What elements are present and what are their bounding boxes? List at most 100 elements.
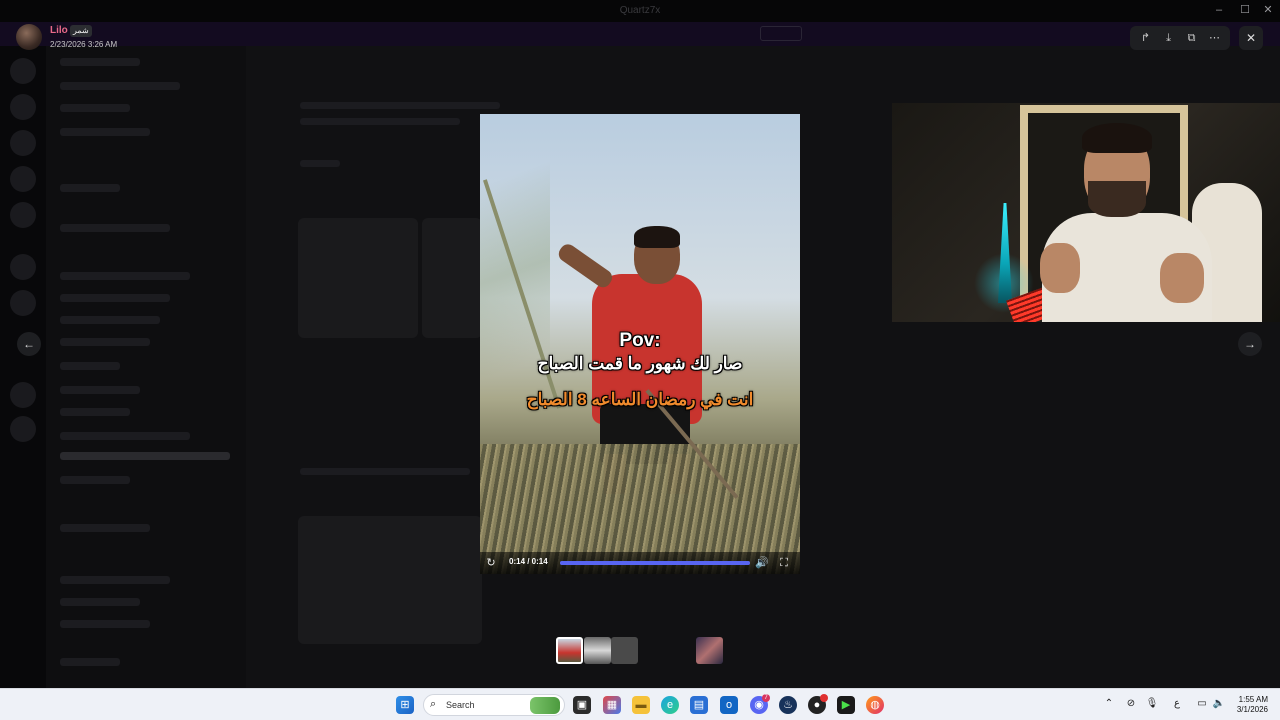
display-icon[interactable]: ▭	[1195, 698, 1209, 709]
terminal-icon[interactable]: ▶	[837, 696, 855, 714]
channel-item-selected[interactable]	[60, 452, 230, 460]
input-language[interactable]: ع	[1170, 698, 1184, 709]
channel-item[interactable]	[60, 82, 180, 90]
message-attachment[interactable]	[298, 516, 482, 644]
channel-item[interactable]	[60, 620, 150, 628]
webcam-scene	[1040, 243, 1080, 293]
search-placeholder: Search	[446, 700, 475, 710]
channel-item[interactable]	[60, 58, 140, 66]
banner-button[interactable]	[760, 26, 802, 41]
clock-date: 3/1/2026	[1236, 705, 1268, 714]
next-media-button[interactable]: →	[1238, 332, 1262, 356]
message-line	[300, 118, 460, 125]
message-line	[300, 468, 470, 475]
minimize-icon[interactable]: –	[1213, 4, 1225, 16]
channel-item[interactable]	[60, 338, 150, 346]
more-icon[interactable]: ⋯	[1205, 28, 1225, 48]
window-close-icon[interactable]: ✕	[1262, 4, 1274, 16]
video-progress-fill	[560, 561, 750, 565]
taskbar-clock[interactable]: 1:55 AM 3/1/2026	[1228, 695, 1268, 715]
channel-item[interactable]	[60, 598, 140, 606]
steam-icon[interactable]: ♨	[779, 696, 797, 714]
server-icon[interactable]	[10, 58, 36, 84]
server-rail	[0, 46, 46, 688]
window-titlebar: Quartz7x – ☐ ✕	[0, 0, 1280, 22]
search-icon: ⌕	[430, 698, 437, 710]
channel-list	[46, 46, 246, 688]
video-caption-pov: Pov:	[619, 330, 661, 351]
channel-item[interactable]	[60, 128, 150, 136]
media-thumbnail-active[interactable]	[556, 637, 583, 664]
video-player[interactable]: Pov: صار لك شهور ما قمت الصباح انت في رم…	[480, 114, 800, 574]
notice-banner	[0, 22, 1280, 46]
webcam-overlay	[892, 103, 1280, 322]
firefox-icon[interactable]: ◍	[866, 696, 884, 714]
previous-media-button[interactable]: ←	[17, 332, 41, 356]
webcam-scene	[1160, 253, 1204, 303]
store-icon[interactable]: ▤	[690, 696, 708, 714]
clock-time: 1:55 AM	[1238, 695, 1268, 704]
channel-item[interactable]	[60, 224, 170, 232]
maximize-icon[interactable]: ☐	[1239, 4, 1251, 16]
close-icon[interactable]: ✕	[1239, 26, 1263, 50]
server-icon[interactable]	[10, 382, 36, 408]
avatar[interactable]	[16, 24, 42, 50]
channel-item[interactable]	[60, 576, 170, 584]
video-progress-bar[interactable]	[560, 561, 750, 565]
channel-item[interactable]	[60, 524, 150, 532]
forward-icon[interactable]: ↱	[1136, 28, 1156, 48]
channel-item[interactable]	[60, 316, 160, 324]
task-view-icon[interactable]: ▣	[573, 696, 591, 714]
video-scene	[634, 226, 680, 248]
video-caption-line-1: صار لك شهور ما قمت الصباح	[537, 354, 743, 373]
message-line	[300, 102, 500, 109]
video-time: 0:14 / 0:14	[509, 557, 548, 566]
channel-item[interactable]	[60, 294, 170, 302]
outlook-icon[interactable]: o	[720, 696, 738, 714]
microphone-icon[interactable]: 🎙	[1145, 698, 1159, 709]
search-highlight-image	[530, 697, 560, 714]
post-timestamp: 2/23/2026 3:26 AM	[50, 40, 118, 49]
channel-item[interactable]	[60, 362, 120, 370]
channel-item[interactable]	[60, 432, 190, 440]
author-name[interactable]: Lilo	[50, 25, 68, 36]
start-icon[interactable]: ⊞	[396, 696, 414, 714]
discord-notification-badge: 7	[762, 694, 770, 702]
edge-icon[interactable]: e	[661, 696, 679, 714]
replay-icon[interactable]: ↻	[483, 555, 499, 571]
open-external-icon[interactable]: ⧉	[1182, 28, 1202, 48]
channel-item[interactable]	[60, 272, 190, 280]
media-toolbar: ↱ ⤓ ⧉ ⋯	[1130, 26, 1230, 50]
network-off-icon[interactable]: ⊘	[1124, 698, 1138, 709]
channel-item[interactable]	[60, 408, 130, 416]
server-icon[interactable]	[10, 202, 36, 228]
speaker-icon[interactable]: 🔈	[1212, 698, 1226, 709]
channel-item[interactable]	[60, 476, 130, 484]
author-tag: شمر	[70, 25, 92, 37]
channel-item[interactable]	[60, 184, 120, 192]
message-line	[300, 160, 340, 167]
media-thumbnail[interactable]	[584, 637, 611, 664]
server-icon[interactable]	[10, 416, 36, 442]
channel-item[interactable]	[60, 386, 140, 394]
server-icon[interactable]	[10, 290, 36, 316]
message-attachment[interactable]	[298, 218, 418, 338]
webcam-scene	[1088, 181, 1146, 217]
server-icon[interactable]	[10, 166, 36, 192]
taskbar-search[interactable]: ⌕ Search	[423, 694, 565, 716]
file-explorer-icon[interactable]: ▬	[632, 696, 650, 714]
user-panel[interactable]	[60, 658, 120, 666]
video-controls: ↻ 0:14 / 0:14 🔊 ⛶	[480, 552, 800, 574]
fullscreen-icon[interactable]: ⛶	[776, 555, 792, 571]
download-icon[interactable]: ⤓	[1159, 28, 1179, 48]
server-icon[interactable]	[10, 130, 36, 156]
media-thumbnail[interactable]	[611, 637, 638, 664]
server-icon[interactable]	[10, 254, 36, 280]
channel-item[interactable]	[60, 104, 130, 112]
message-attachment[interactable]	[422, 218, 482, 338]
chevron-up-icon[interactable]: ⌃	[1102, 698, 1116, 709]
media-thumbnail[interactable]	[696, 637, 723, 664]
server-icon[interactable]	[10, 94, 36, 120]
volume-icon[interactable]: 🔊	[754, 555, 770, 571]
widgets-icon[interactable]: ▦	[603, 696, 621, 714]
